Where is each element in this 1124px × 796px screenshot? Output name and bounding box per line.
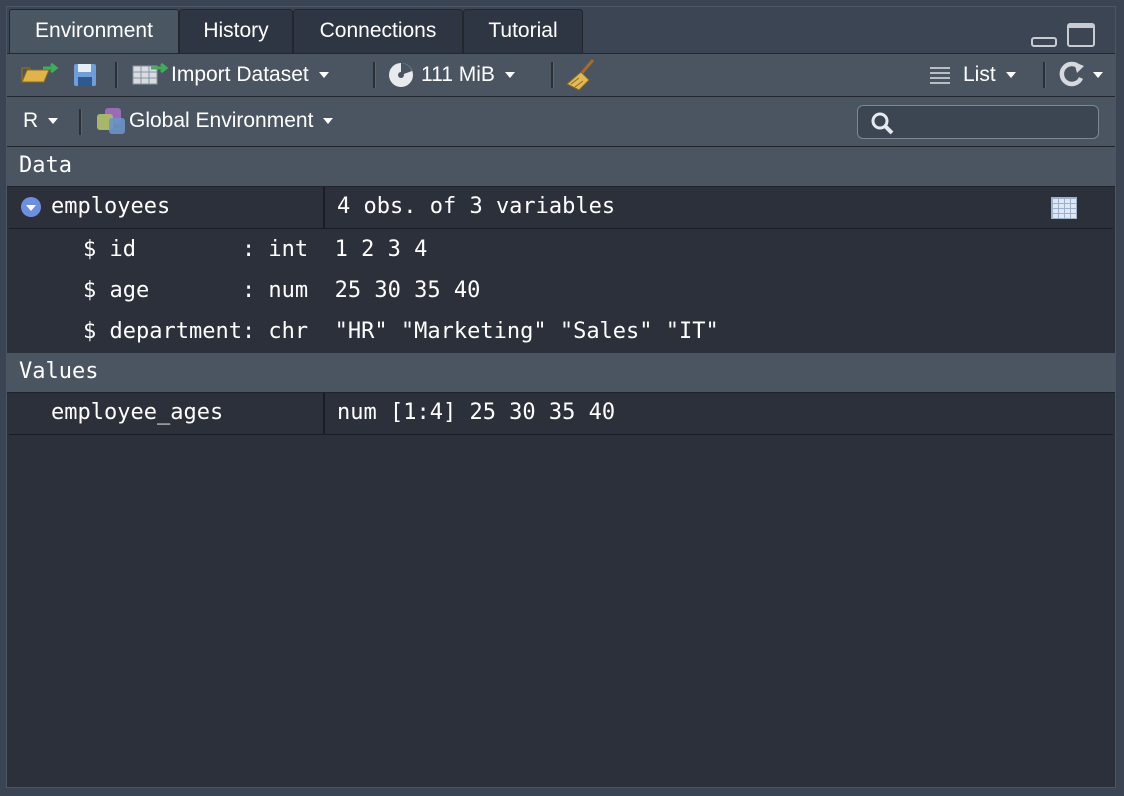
- view-data-grid-icon[interactable]: [1051, 197, 1077, 219]
- separator: [115, 62, 118, 88]
- column-divider: [323, 393, 325, 434]
- chevron-down-icon: [504, 72, 515, 79]
- environment-select[interactable]: Global Environment: [95, 100, 334, 142]
- maximize-pane-icon[interactable]: [1067, 23, 1095, 47]
- chevron-down-icon: [323, 118, 334, 125]
- clear-workspace-broom-icon[interactable]: [563, 54, 599, 96]
- minimize-pane-icon[interactable]: [1031, 37, 1057, 47]
- variable-summary: 4 obs. of 3 variables: [337, 194, 616, 219]
- chevron-down-icon: [48, 118, 59, 125]
- data-row-employees[interactable]: employees 4 obs. of 3 variables: [9, 187, 1113, 229]
- memory-usage-label: 111 MiB: [421, 63, 495, 86]
- variable-name: employees: [51, 194, 171, 219]
- save-workspace-icon[interactable]: [71, 54, 101, 96]
- view-mode-button[interactable]: List: [927, 54, 1016, 96]
- view-mode-label: List: [963, 63, 996, 86]
- environment-bar: R Global Environment: [7, 97, 1115, 147]
- value-row-employee-ages[interactable]: employee_ages num [1:4] 25 30 35 40: [9, 393, 1113, 435]
- load-workspace-icon[interactable]: [19, 54, 61, 96]
- tab-environment[interactable]: Environment: [9, 9, 179, 53]
- chevron-down-icon: [1093, 72, 1103, 79]
- import-dataset-button[interactable]: Import Dataset: [131, 54, 329, 96]
- column-divider: [323, 187, 325, 228]
- structure-field: $ department: chr "HR" "Marketing" "Sale…: [83, 319, 719, 344]
- chevron-down-icon: [1005, 72, 1016, 79]
- tab-history[interactable]: History: [179, 9, 293, 53]
- structure-row: $ age : num 25 30 35 40: [9, 271, 1113, 313]
- import-dataset-label: Import Dataset: [171, 63, 309, 86]
- language-select[interactable]: R: [23, 100, 59, 142]
- variable-name: employee_ages: [51, 400, 224, 425]
- section-header-data: Data: [7, 147, 1115, 187]
- separator: [551, 62, 554, 88]
- search-input[interactable]: [857, 105, 1099, 139]
- expand-chevron-icon[interactable]: [21, 197, 41, 217]
- separator: [79, 109, 82, 135]
- tab-tutorial[interactable]: Tutorial: [463, 9, 583, 53]
- language-label: R: [23, 109, 39, 132]
- environment-label: Global Environment: [129, 109, 314, 132]
- toolbar: Import Dataset 111 MiB List: [7, 53, 1115, 97]
- memory-usage-button[interactable]: 111 MiB: [387, 54, 515, 96]
- separator: [1043, 62, 1046, 88]
- refresh-button[interactable]: [1055, 54, 1103, 96]
- separator: [373, 62, 376, 88]
- variable-value: num [1:4] 25 30 35 40: [337, 400, 616, 425]
- structure-row: $ id : int 1 2 3 4: [9, 230, 1113, 272]
- search-icon: [871, 112, 894, 135]
- structure-field: $ id : int 1 2 3 4: [83, 237, 428, 262]
- structure-field: $ age : num 25 30 35 40: [83, 278, 481, 303]
- environment-pane: Environment History Connections Tutorial: [6, 6, 1116, 788]
- tab-connections[interactable]: Connections: [293, 9, 463, 53]
- chevron-down-icon: [318, 72, 329, 79]
- structure-row: $ department: chr "HR" "Marketing" "Sale…: [9, 312, 1113, 354]
- section-header-values: Values: [7, 353, 1115, 393]
- tab-bar: Environment History Connections Tutorial: [7, 7, 1115, 53]
